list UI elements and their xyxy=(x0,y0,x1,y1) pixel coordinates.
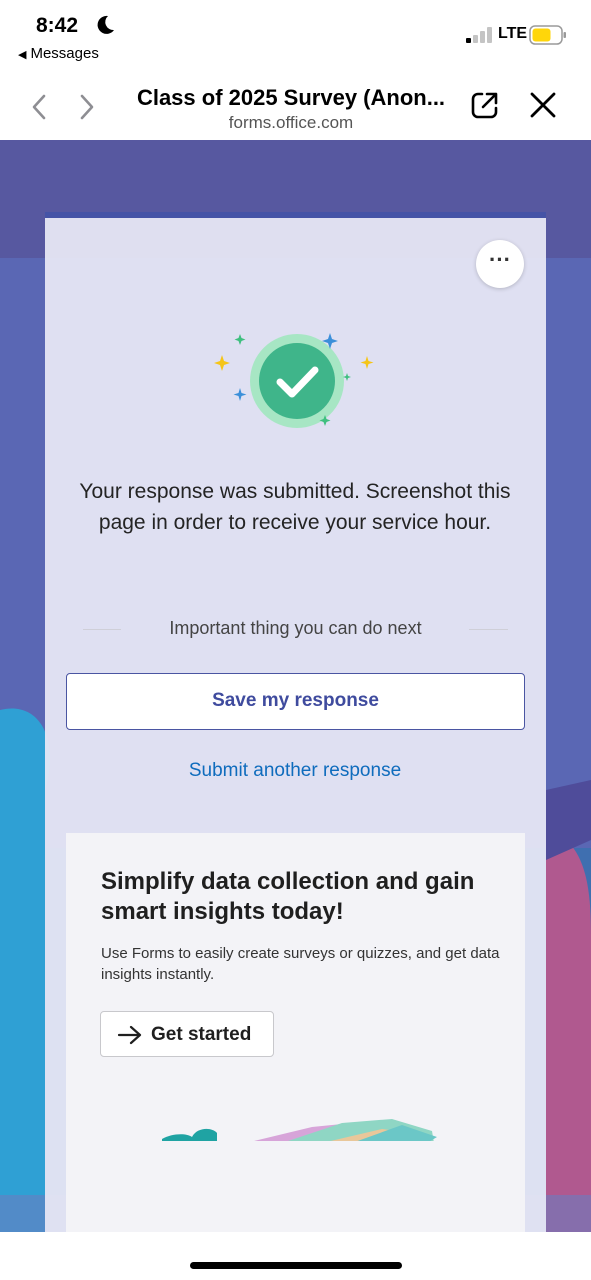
divider-line-right xyxy=(469,629,508,630)
get-started-label: Get started xyxy=(151,1024,252,1045)
save-response-button[interactable]: Save my response xyxy=(66,673,525,730)
submit-another-link[interactable]: Submit another response xyxy=(65,760,525,782)
confirmation-message: Your response was submitted. Screenshot … xyxy=(79,480,511,534)
next-steps-heading: Important thing you can do next xyxy=(169,618,422,638)
open-external-icon[interactable] xyxy=(470,90,500,120)
page-url: forms.office.com xyxy=(228,113,354,132)
promo-title: Simplify data collection and gain smart … xyxy=(101,868,475,925)
back-chevron-icon[interactable] xyxy=(28,92,50,122)
promo-description: Use Forms to easily create surveys or qu… xyxy=(101,945,500,983)
form-card: ··· Your response was submitted. Screens… xyxy=(45,212,546,1232)
close-icon[interactable] xyxy=(528,90,558,120)
page-title: Class of 2025 Survey (Anon... xyxy=(136,85,446,110)
web-content: ··· Your response was submitted. Screens… xyxy=(0,140,591,1232)
network-type: LTE xyxy=(498,25,528,42)
get-started-button[interactable]: Get started xyxy=(100,1011,274,1057)
moon-icon xyxy=(97,15,114,34)
home-indicator-area xyxy=(0,1232,591,1280)
success-checkmark-icon xyxy=(214,333,374,428)
back-triangle-icon: ◀ xyxy=(18,49,27,61)
promo-illustration xyxy=(162,1119,472,1143)
arrow-right-icon xyxy=(117,1025,142,1045)
browser-nav-bar: Class of 2025 Survey (Anon... forms.offi… xyxy=(0,68,591,140)
back-to-app-link[interactable]: ◀ Messages xyxy=(18,45,99,62)
forward-chevron-icon[interactable] xyxy=(76,92,98,122)
status-time: 8:42 xyxy=(36,14,79,37)
more-options-button[interactable]: ··· xyxy=(476,240,524,288)
status-bar: 8:42 ◀ Messages LTE xyxy=(0,0,591,68)
next-steps-divider: Important thing you can do next xyxy=(83,618,508,642)
promo-panel: Simplify data collection and gain smart … xyxy=(66,833,525,1232)
cellular-signal-icon xyxy=(466,27,492,43)
home-indicator[interactable] xyxy=(190,1262,402,1269)
battery-icon xyxy=(529,25,566,45)
back-app-label: Messages xyxy=(30,45,99,62)
